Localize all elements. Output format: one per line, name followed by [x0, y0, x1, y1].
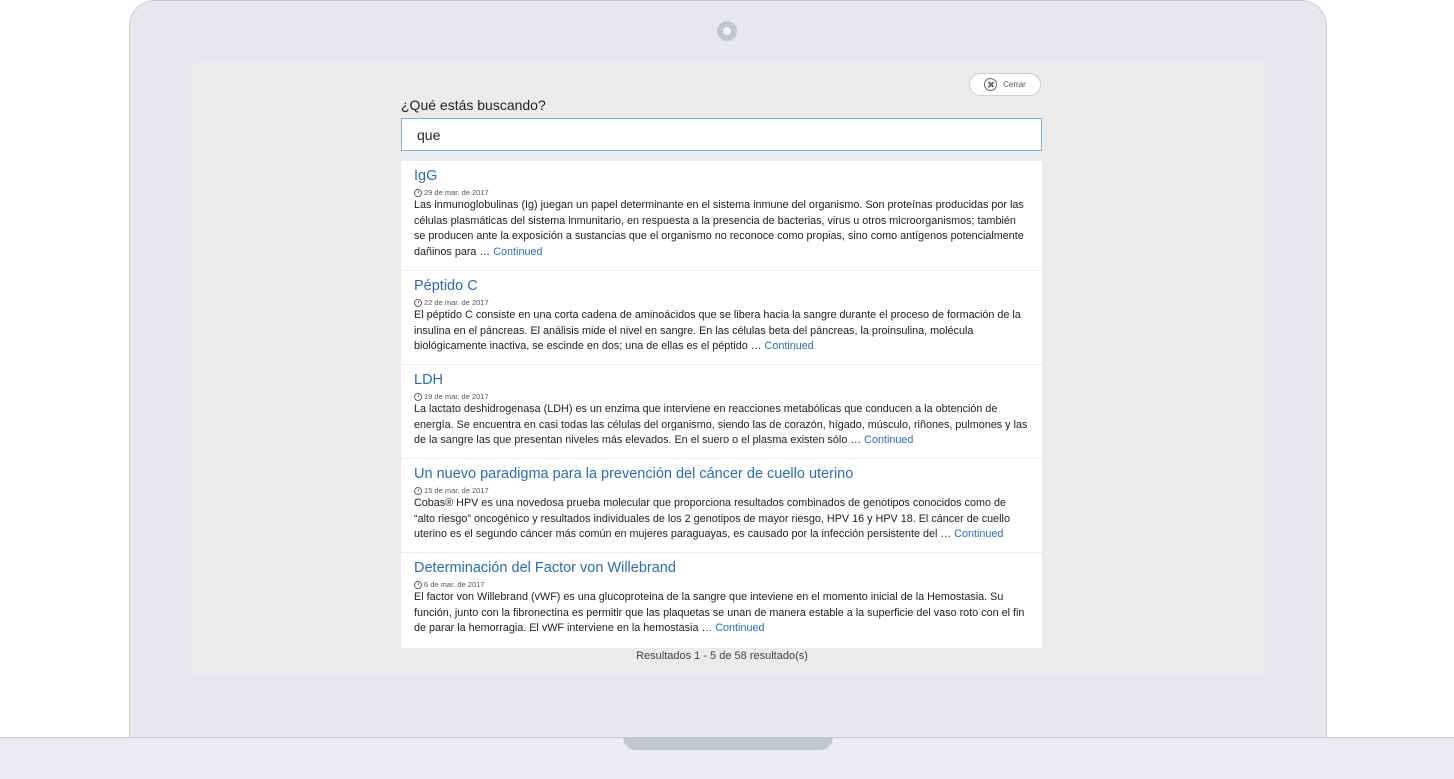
- clock-icon: [414, 188, 422, 197]
- clock-icon: [414, 392, 422, 401]
- result-title[interactable]: IgG: [414, 167, 1029, 185]
- result-date-text: 22 de mar. de 2017: [424, 298, 489, 307]
- clock-icon: [414, 298, 422, 307]
- close-icon: [984, 78, 998, 91]
- result-date-text: 19 de mar. de 2017: [424, 392, 489, 401]
- result-item: Un nuevo paradigma para la prevención de…: [401, 459, 1042, 553]
- result-item: Péptido C 22 de mar. de 2017 El péptido …: [401, 271, 1042, 365]
- result-excerpt-text: El péptido C consiste en una corta caden…: [414, 309, 1021, 353]
- screen: Cerrar ¿Qué estás buscando? IgG 29 de ma…: [193, 62, 1264, 675]
- result-excerpt: Las inmunoglobulinas (Ig) juegan un pape…: [414, 198, 1029, 260]
- continued-link[interactable]: Continued: [493, 246, 542, 258]
- result-date-text: 29 de mar. de 2017: [424, 188, 489, 197]
- result-excerpt-text: Cobas® HPV es una novedosa prueba molecu…: [414, 497, 1010, 541]
- result-date: 29 de mar. de 2017: [414, 187, 1029, 198]
- result-date: 22 de mar. de 2017: [414, 297, 1029, 308]
- camera-icon: [717, 21, 737, 41]
- close-button[interactable]: Cerrar: [969, 73, 1041, 96]
- result-excerpt: El factor von Willebrand (vWF) es una gl…: [414, 590, 1029, 637]
- result-title[interactable]: Un nuevo paradigma para la prevención de…: [414, 465, 1029, 483]
- clock-icon: [414, 580, 422, 589]
- laptop-notch: [623, 737, 833, 750]
- result-excerpt: La lactato deshidrogenasa (LDH) es un en…: [414, 402, 1029, 449]
- result-date: 6 de mar. de 2017: [414, 579, 1029, 590]
- result-date-text: 15 de mar. de 2017: [424, 486, 489, 495]
- result-item: IgG 29 de mar. de 2017 Las inmunoglobuli…: [401, 161, 1042, 271]
- clock-icon: [414, 486, 422, 495]
- result-title[interactable]: Péptido C: [414, 277, 1029, 295]
- continued-link[interactable]: Continued: [954, 528, 1003, 540]
- result-title[interactable]: LDH: [414, 371, 1029, 389]
- result-item: Determinación del Factor von Willebrand …: [401, 553, 1042, 648]
- search-input[interactable]: [401, 118, 1042, 151]
- continued-link[interactable]: Continued: [765, 340, 814, 352]
- results-list: IgG 29 de mar. de 2017 Las inmunoglobuli…: [401, 161, 1042, 648]
- result-date: 15 de mar. de 2017: [414, 485, 1029, 496]
- result-excerpt: Cobas® HPV es una novedosa prueba molecu…: [414, 496, 1029, 543]
- result-excerpt: El péptido C consiste en una corta caden…: [414, 308, 1029, 355]
- result-excerpt-text: La lactato deshidrogenasa (LDH) es un en…: [414, 403, 1028, 447]
- results-count: Resultados 1 - 5 de 58 resultado(s): [636, 650, 808, 662]
- close-button-label: Cerrar: [1003, 80, 1026, 89]
- result-date: 19 de mar. de 2017: [414, 391, 1029, 402]
- result-date-text: 6 de mar. de 2017: [424, 580, 485, 589]
- result-item: LDH 19 de mar. de 2017 La lactato deshid…: [401, 365, 1042, 459]
- search-heading: ¿Qué estás buscando?: [401, 97, 546, 113]
- result-title[interactable]: Determinación del Factor von Willebrand: [414, 559, 1029, 577]
- continued-link[interactable]: Continued: [715, 622, 764, 634]
- continued-link[interactable]: Continued: [864, 434, 913, 446]
